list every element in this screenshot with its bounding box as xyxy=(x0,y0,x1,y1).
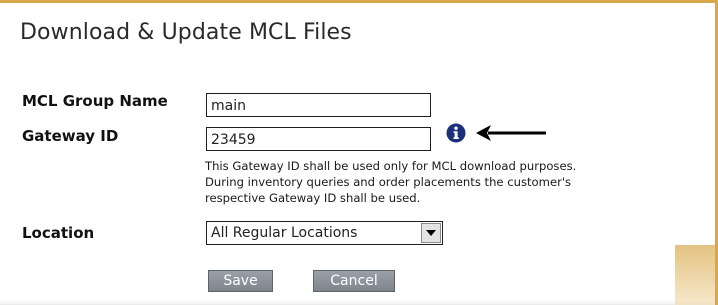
dialog-frame: Download & Update MCL Files MCL Group Na… xyxy=(0,0,718,305)
chevron-down-glyph xyxy=(426,229,436,236)
page-title: Download & Update MCL Files xyxy=(20,20,352,45)
location-selected-value: All Regular Locations xyxy=(211,225,358,241)
gateway-id-note-line: respective Gateway ID shall be used. xyxy=(205,191,421,205)
location-select[interactable]: All Regular Locations xyxy=(206,221,443,245)
gateway-id-label: Gateway ID xyxy=(22,127,119,145)
group-name-input[interactable]: main xyxy=(206,93,431,117)
info-circle-icon[interactable] xyxy=(446,123,466,143)
group-name-label: MCL Group Name xyxy=(22,92,168,110)
left-arrow-icon xyxy=(476,125,546,141)
save-button[interactable]: Save xyxy=(208,270,273,292)
location-label: Location xyxy=(22,224,95,242)
frame-shadow xyxy=(675,245,715,305)
gateway-id-input[interactable]: 23459 xyxy=(206,127,431,151)
chevron-down-icon[interactable] xyxy=(421,223,441,243)
cancel-button[interactable]: Cancel xyxy=(313,270,395,292)
gateway-id-note-line: During inventory queries and order place… xyxy=(205,175,572,189)
gateway-id-note: This Gateway ID shall be used only for M… xyxy=(205,158,717,206)
gateway-id-note-line: This Gateway ID shall be used only for M… xyxy=(205,159,577,173)
